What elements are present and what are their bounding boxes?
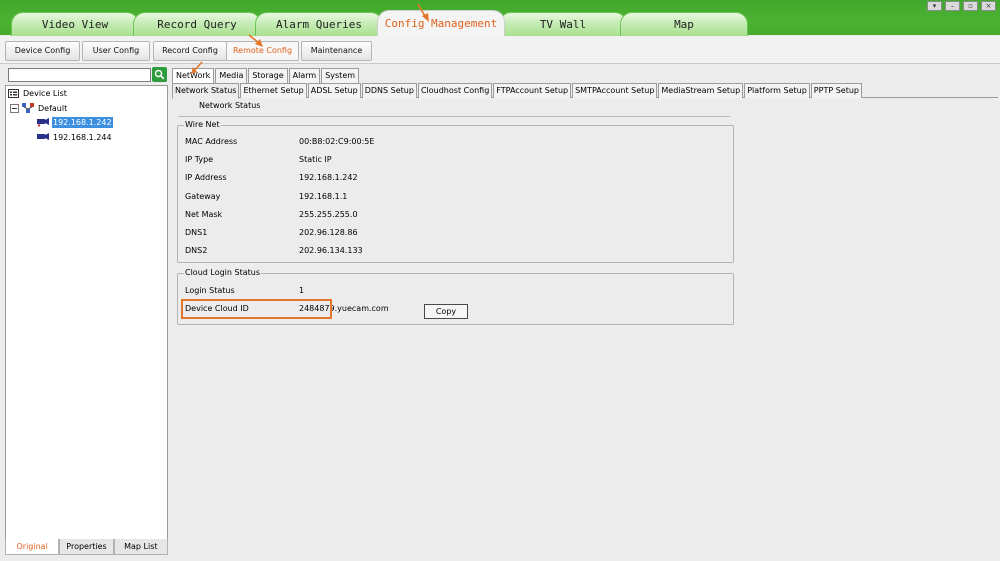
tree-root[interactable]: Device List bbox=[8, 87, 68, 99]
remote-config-panel: NetWork Media Storage Alarm System Netwo… bbox=[172, 66, 998, 556]
tab-properties[interactable]: Properties bbox=[59, 539, 114, 555]
record-config-button[interactable]: Record Config bbox=[153, 41, 227, 61]
tab-media[interactable]: Media bbox=[215, 68, 248, 83]
tree-device-item[interactable]: 192.168.1.244 bbox=[37, 131, 113, 143]
tab-storage[interactable]: Storage bbox=[248, 68, 288, 83]
device-search-input[interactable] bbox=[8, 68, 151, 82]
dropdown-icon[interactable]: ▾ bbox=[927, 1, 942, 11]
user-config-button[interactable]: User Config bbox=[82, 41, 150, 61]
divider bbox=[178, 116, 730, 117]
tab-adsl-setup[interactable]: ADSL Setup bbox=[307, 83, 361, 98]
gateway-value: 192.168.1.1 bbox=[299, 192, 348, 201]
config-category-tabs: NetWork Media Storage Alarm System bbox=[172, 68, 360, 84]
tab-network-status[interactable]: Network Status bbox=[172, 83, 240, 99]
camera-icon bbox=[37, 133, 49, 140]
device-label: 192.168.1.244 bbox=[53, 132, 112, 142]
tab-smtpaccount-setup[interactable]: SMTPAccount Setup bbox=[572, 83, 658, 98]
login-status-label: Login Status bbox=[185, 286, 235, 295]
dns2-label: DNS2 bbox=[185, 246, 208, 255]
window-controls: ▾ – ▫ × bbox=[927, 1, 996, 12]
device-tree: Device List Default 192.168.1.242 192.16… bbox=[5, 85, 168, 540]
dns2-value: 202.96.134.133 bbox=[299, 246, 363, 255]
tab-config-management[interactable]: Config Management bbox=[377, 10, 505, 37]
ip-type-label: IP Type bbox=[185, 155, 214, 164]
ip-address-label: IP Address bbox=[185, 173, 227, 182]
device-config-button[interactable]: Device Config bbox=[5, 41, 80, 61]
search-button[interactable] bbox=[152, 67, 167, 82]
login-status-value: 1 bbox=[299, 286, 305, 295]
group-title: Cloud Login Status bbox=[184, 268, 262, 277]
main-tab-bar: Video View Record Query Alarm Queries TV… bbox=[0, 0, 1000, 37]
tree-group-default[interactable]: Default bbox=[10, 102, 68, 114]
minimize-icon[interactable]: – bbox=[945, 1, 960, 11]
tab-video-view[interactable]: Video View bbox=[11, 12, 139, 36]
tab-system[interactable]: System bbox=[321, 68, 360, 83]
maintenance-button[interactable]: Maintenance bbox=[301, 41, 372, 61]
copy-button[interactable]: Copy bbox=[424, 304, 468, 319]
tab-cloudhost-config[interactable]: Cloudhost Config bbox=[417, 83, 493, 98]
device-list-icon bbox=[8, 88, 19, 98]
tab-alarm-queries[interactable]: Alarm Queries bbox=[255, 12, 383, 36]
tree-device-item[interactable]: 192.168.1.242 bbox=[37, 116, 113, 128]
device-label: 192.168.1.242 bbox=[52, 116, 113, 128]
gateway-label: Gateway bbox=[185, 192, 221, 201]
tab-mediastream-setup[interactable]: MediaStream Setup bbox=[658, 83, 744, 98]
network-group-icon bbox=[22, 103, 34, 113]
collapse-icon[interactable] bbox=[10, 103, 19, 113]
mac-address-label: MAC Address bbox=[185, 137, 238, 146]
tab-ftpaccount-setup[interactable]: FTPAccount Setup bbox=[493, 83, 572, 98]
tab-original[interactable]: Original bbox=[5, 539, 60, 555]
camera-icon bbox=[37, 118, 49, 127]
dns1-value: 202.96.128.86 bbox=[299, 228, 358, 237]
net-mask-value: 255.255.255.0 bbox=[299, 210, 358, 219]
remote-config-button[interactable]: Remote Config bbox=[226, 41, 299, 61]
tab-map-list[interactable]: Map List bbox=[113, 539, 168, 555]
tab-ddns-setup[interactable]: DDNS Setup bbox=[361, 83, 417, 98]
left-panel-tabs: Original Properties Map List bbox=[5, 539, 168, 555]
tab-ethernet-setup[interactable]: Ethernet Setup bbox=[240, 83, 307, 98]
cloud-login-group: Cloud Login Status Login Status 1 Device… bbox=[177, 268, 734, 325]
tab-platform-setup[interactable]: Platform Setup bbox=[744, 83, 810, 98]
device-cloud-id-value: 2484879.yuecam.com bbox=[299, 304, 389, 313]
tab-record-query[interactable]: Record Query bbox=[133, 12, 261, 36]
restore-icon[interactable]: ▫ bbox=[963, 1, 978, 11]
group-label: Default bbox=[38, 103, 68, 113]
dns1-label: DNS1 bbox=[185, 228, 208, 237]
network-sub-tabs: Network Status Ethernet Setup ADSL Setup… bbox=[172, 83, 998, 99]
ip-type-value: Static IP bbox=[299, 155, 332, 164]
net-mask-label: Net Mask bbox=[185, 210, 223, 219]
device-list-label: Device List bbox=[23, 88, 67, 98]
device-cloud-id-label: Device Cloud ID bbox=[185, 304, 249, 313]
tab-tv-wall[interactable]: TV Wall bbox=[499, 12, 627, 36]
section-title: Network Status bbox=[199, 101, 261, 110]
tab-pptp-setup[interactable]: PPTP Setup bbox=[810, 83, 862, 98]
search-icon bbox=[154, 69, 165, 80]
wire-net-group: Wire Net MAC Address 00:B8:02:C9:00:5E I… bbox=[177, 120, 734, 263]
group-title: Wire Net bbox=[184, 120, 221, 129]
tab-alarm[interactable]: Alarm bbox=[288, 68, 321, 83]
ip-address-value: 192.168.1.242 bbox=[299, 173, 358, 182]
mac-address-value: 00:B8:02:C9:00:5E bbox=[299, 137, 375, 146]
tab-network[interactable]: NetWork bbox=[172, 68, 215, 84]
close-icon[interactable]: × bbox=[981, 1, 996, 11]
config-toolbar: Device Config User Config Record Config … bbox=[0, 36, 1000, 64]
tab-map[interactable]: Map bbox=[620, 12, 748, 36]
